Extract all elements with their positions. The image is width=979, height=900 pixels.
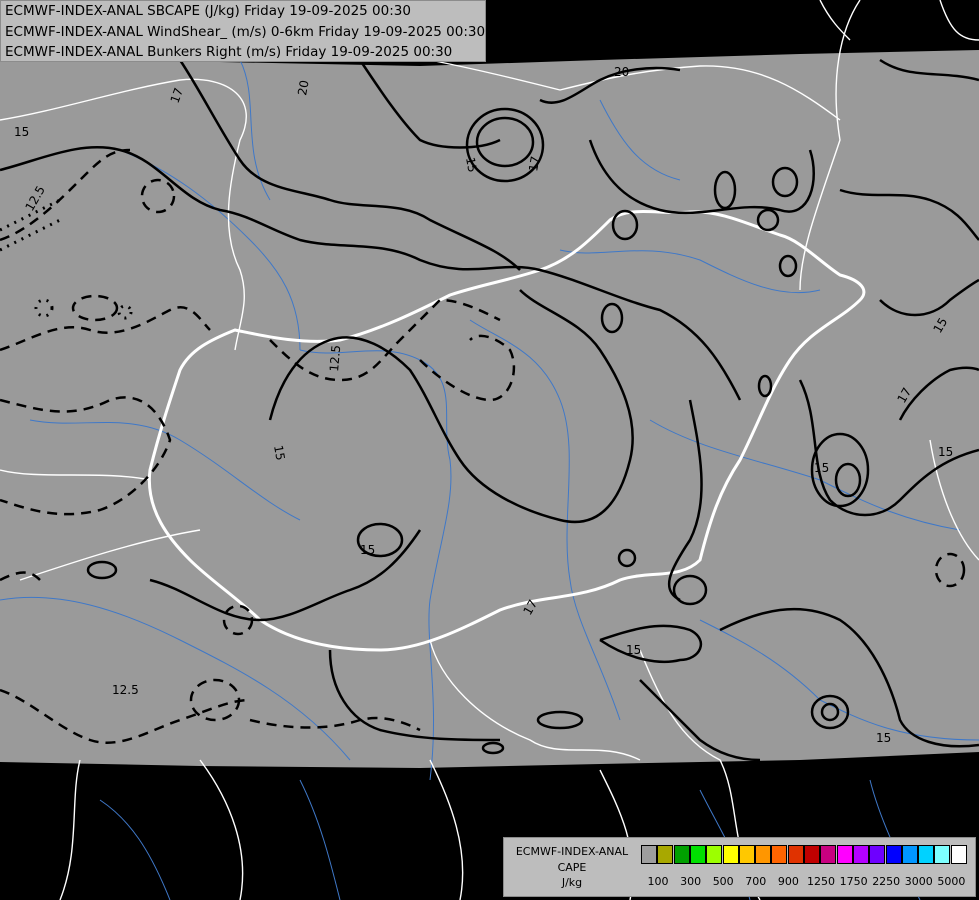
legend-swatch [852, 845, 869, 864]
legend-tick-label: 100 [647, 875, 669, 888]
contour-label: 15 [814, 461, 829, 475]
legend-swatch [738, 845, 755, 864]
legend-swatch [950, 845, 967, 864]
contour-label: 15 [360, 543, 375, 557]
contour-label: 15 [14, 125, 29, 139]
legend-swatch [820, 845, 837, 864]
legend-swatch [934, 845, 951, 864]
contour-label: 20 [614, 65, 629, 79]
legend-tick-label: 2250 [872, 875, 901, 888]
legend-tick-label: 700 [745, 875, 767, 888]
legend-swatch [885, 845, 902, 864]
legend-title-unit: J/kg [561, 876, 583, 889]
legend-swatch [689, 845, 706, 864]
contour-label: 15 [626, 643, 641, 657]
contour-label: 15 [876, 731, 891, 745]
legend-title: ECMWF-INDEX-ANAL CAPE J/kg [506, 844, 638, 891]
legend-tick-label: 5000 [937, 875, 966, 888]
contour-label: 15 [463, 156, 479, 173]
legend-swatch [641, 845, 657, 864]
title-line-sbcape: ECMWF-INDEX-ANAL SBCAPE (J/kg) Friday 19… [5, 3, 411, 19]
contour-label: 20 [295, 79, 311, 96]
legend-swatch [673, 845, 690, 864]
legend-tick-label: 900 [777, 875, 799, 888]
weather-map: 20 17 20 15 15 17 12.5 12.5 15 15 17 15 … [0, 0, 979, 900]
legend-tick-label: 500 [712, 875, 734, 888]
legend-swatch [787, 845, 804, 864]
contour-label: 12.5 [112, 683, 139, 697]
contour-label: 17 [526, 155, 542, 172]
legend-title-variable: CAPE [557, 860, 587, 874]
legend-swatch [657, 845, 674, 864]
legend-swatch [836, 845, 853, 864]
title-line-bunkers: ECMWF-INDEX-ANAL Bunkers Right (m/s) Fri… [5, 44, 453, 60]
map-title-panel: ECMWF-INDEX-ANAL SBCAPE (J/kg) Friday 19… [0, 0, 486, 62]
legend-tick-label: 1250 [807, 875, 835, 888]
title-line-windshear: ECMWF-INDEX-ANAL WindShear_ (m/s) 0-6km … [5, 24, 486, 40]
contour-label: 15 [271, 444, 287, 461]
legend-swatch [722, 845, 739, 864]
legend-title-source: ECMWF-INDEX-ANAL [515, 845, 629, 858]
legend-tick-label: 1750 [839, 875, 868, 888]
legend-swatch [869, 845, 886, 864]
forecast-domain [0, 50, 979, 768]
contour-label: 15 [938, 445, 953, 459]
legend-swatch [901, 845, 918, 864]
legend-swatch [706, 845, 723, 864]
legend-tick-label: 3000 [904, 875, 933, 888]
cape-legend: ECMWF-INDEX-ANAL CAPE J/kg 100 300 500 700 9… [503, 837, 976, 897]
contour-label: 12.5 [327, 344, 343, 372]
legend-swatch [918, 845, 935, 864]
legend-swatch [755, 845, 772, 864]
legend-swatch [804, 845, 820, 864]
legend-swatch [771, 845, 788, 864]
legend-tick-label: 300 [680, 875, 702, 888]
